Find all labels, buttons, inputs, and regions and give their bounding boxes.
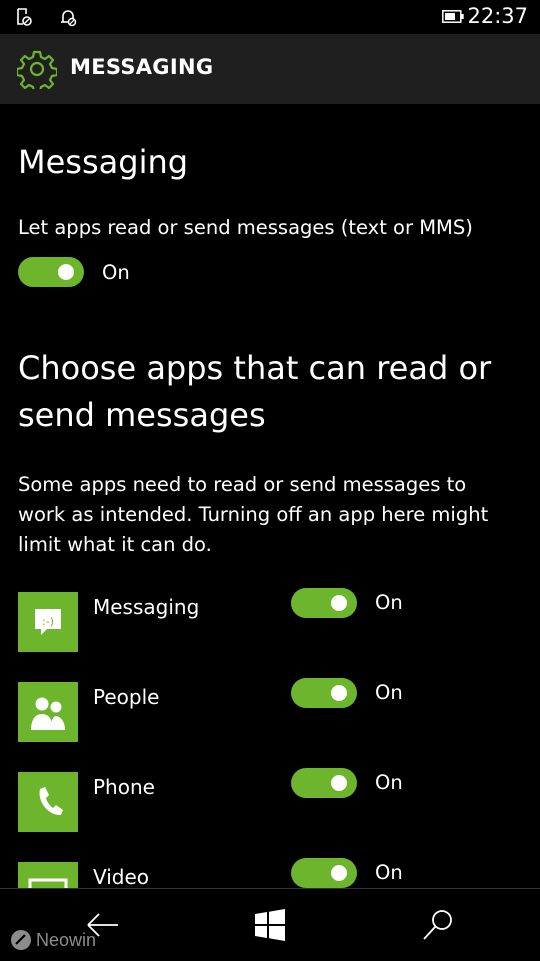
gear-icon (17, 50, 57, 89)
app-tile-video (18, 862, 78, 888)
toggle-knob (331, 775, 347, 791)
toggle-knob (331, 865, 347, 881)
alarm-off-icon (61, 10, 77, 27)
app-tile-phone (18, 772, 78, 832)
app-toggle-people[interactable] (291, 678, 357, 708)
section-description: Some apps need to read or send messages … (18, 473, 489, 556)
phone-icon (39, 787, 63, 816)
setting-label: Let apps read or send messages (text or … (18, 216, 473, 239)
section-title-choose-apps: Choose apps that can read or send messag… (18, 349, 492, 434)
app-name: Messaging (93, 595, 200, 619)
app-toggle-state: On (375, 591, 403, 614)
app-name: People (93, 685, 160, 709)
app-toggle-phone[interactable] (291, 768, 357, 798)
app-toggle-messaging[interactable] (291, 588, 357, 618)
app-row-messaging: :-) Messaging On (0, 588, 540, 668)
watermark: Neowin (10, 929, 96, 951)
status-bar: 22:37 (0, 0, 540, 34)
app-name: Video (93, 865, 150, 888)
master-messaging-toggle[interactable] (18, 257, 84, 287)
svg-text::-): :-) (42, 615, 54, 628)
windows-start-icon[interactable] (252, 907, 288, 943)
people-icon (31, 697, 65, 730)
status-time: 22:37 (467, 4, 528, 28)
neowin-logo-icon (11, 930, 31, 950)
app-row-people: People On (0, 678, 540, 758)
search-icon[interactable] (420, 907, 456, 943)
watermark-text: Neowin (36, 930, 97, 950)
battery-icon (442, 10, 464, 23)
notification-off-icon (17, 8, 32, 26)
page-title: MESSAGING (70, 55, 214, 79)
messaging-icon: :-) (35, 609, 61, 635)
toggle-knob (331, 595, 347, 611)
app-toggle-state: On (375, 861, 403, 884)
app-tile-people (18, 682, 78, 742)
master-toggle-state: On (102, 261, 130, 284)
app-row-phone: Phone On (0, 768, 540, 848)
app-tile-messaging: :-) (18, 592, 78, 652)
app-row-video: Video On (0, 858, 540, 888)
toggle-knob (331, 685, 347, 701)
app-toggle-state: On (375, 681, 403, 704)
app-toggle-video[interactable] (291, 858, 357, 888)
app-name: Phone (93, 775, 155, 799)
section-title-messaging: Messaging (18, 143, 189, 181)
app-toggle-state: On (375, 771, 403, 794)
video-icon (28, 878, 68, 888)
page-header: MESSAGING (0, 34, 540, 104)
toggle-knob (58, 264, 74, 280)
